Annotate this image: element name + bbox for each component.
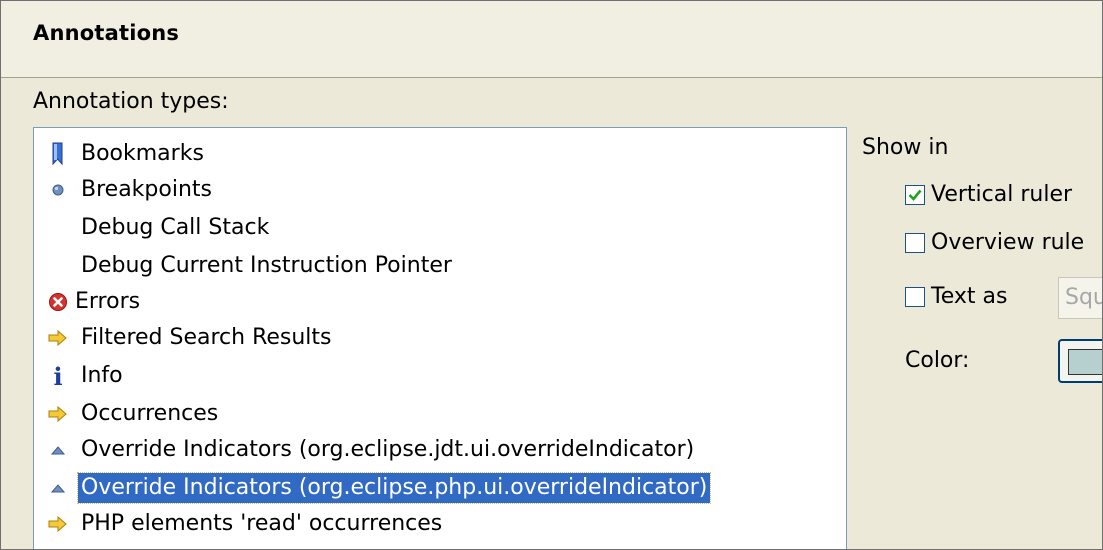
list-item-override-indicators-php[interactable]: Override Indicators (org.eclipse.php.ui.… — [34, 470, 846, 506]
text-as-checkbox[interactable] — [905, 287, 925, 307]
color-picker-button[interactable] — [1058, 339, 1102, 383]
override-triangle-icon — [43, 472, 73, 504]
list-item-occurrences[interactable]: Occurrences — [34, 396, 846, 432]
override-triangle-icon — [43, 434, 73, 466]
arrow-right-icon — [43, 398, 73, 430]
vertical-ruler-label[interactable]: Vertical ruler — [931, 181, 1072, 209]
list-item-label: Override Indicators (org.eclipse.jdt.ui.… — [81, 437, 695, 462]
error-icon — [43, 286, 73, 318]
text-as-dropdown[interactable]: Squ — [1058, 277, 1103, 319]
section-title: Annotations — [33, 21, 180, 45]
list-item-info[interactable]: i Info — [34, 358, 846, 394]
arrow-right-icon — [43, 508, 73, 540]
list-item-label: Override Indicators (org.eclipse.php.ui.… — [76, 472, 712, 504]
annotations-preference-panel: Annotations Annotation types: Bookmarks … — [0, 0, 1103, 550]
list-item-label: Info — [81, 363, 123, 388]
arrow-right-icon — [43, 322, 73, 354]
show-in-label: Show in — [862, 135, 949, 160]
overview-ruler-checkbox[interactable] — [905, 233, 925, 253]
list-item-debug-call-stack[interactable]: Debug Call Stack — [34, 210, 846, 246]
annotation-types-label: Annotation types: — [33, 89, 229, 114]
list-item-label: Debug Call Stack — [81, 215, 270, 240]
list-item-label: Errors — [75, 289, 141, 314]
checkmark-icon — [908, 189, 922, 201]
color-label: Color: — [905, 348, 970, 373]
overview-ruler-label[interactable]: Overview rule — [931, 229, 1084, 257]
list-item-label: Occurrences — [81, 401, 219, 426]
list-item-label: Bookmarks — [81, 141, 204, 166]
list-item-label: Debug Current Instruction Pointer — [81, 253, 452, 278]
annotation-types-label-text: Annotation types: — [33, 89, 229, 114]
bookmark-icon — [43, 138, 73, 170]
color-swatch — [1068, 349, 1102, 375]
breakpoint-icon — [43, 174, 73, 206]
list-item-errors[interactable]: Errors — [34, 284, 846, 320]
annotation-types-list[interactable]: Bookmarks Breakpoints Debug Call Stack D… — [33, 127, 847, 549]
list-item-bookmarks[interactable]: Bookmarks — [34, 136, 846, 172]
list-item-debug-current-instruction-pointer[interactable]: Debug Current Instruction Pointer — [34, 248, 846, 284]
section-header: Annotations — [1, 1, 1102, 78]
list-item-label: Breakpoints — [81, 177, 212, 202]
list-item-breakpoints[interactable]: Breakpoints — [34, 172, 846, 208]
text-as-label[interactable]: Text as — [931, 283, 1007, 311]
list-item-label: PHP elements 'read' occurrences — [81, 511, 443, 536]
list-item-php-read-occurrences[interactable]: PHP elements 'read' occurrences — [34, 506, 846, 542]
list-item-filtered-search-results[interactable]: Filtered Search Results — [34, 320, 846, 356]
list-item-label: Filtered Search Results — [81, 325, 332, 350]
info-icon: i — [53, 361, 63, 391]
vertical-ruler-checkbox[interactable] — [905, 185, 925, 205]
text-as-dropdown-value: Squ — [1065, 285, 1103, 310]
list-item-override-indicators-jdt[interactable]: Override Indicators (org.eclipse.jdt.ui.… — [34, 432, 846, 468]
